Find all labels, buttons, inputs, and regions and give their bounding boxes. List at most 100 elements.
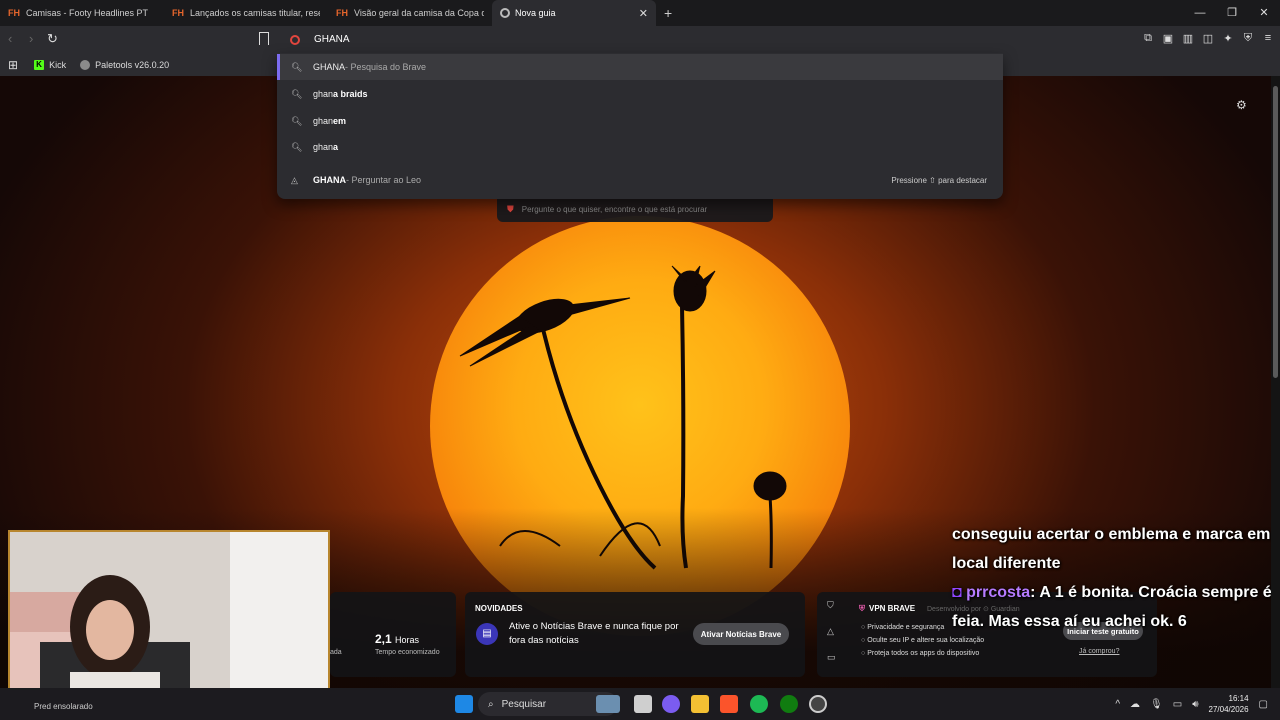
- reload-button[interactable]: ↻: [47, 31, 58, 47]
- suggestion-item[interactable]: 🔍︎ ghan em: [277, 108, 1003, 134]
- copilot-icon[interactable]: [662, 695, 680, 713]
- leo-icon: ◬: [291, 174, 298, 185]
- shield-icon[interactable]: ⛉: [827, 600, 836, 611]
- brave-browser-icon[interactable]: [720, 695, 738, 713]
- onedrive-icon[interactable]: ☁: [1130, 699, 1140, 710]
- microphone-icon[interactable]: 🎙︎: [1150, 699, 1163, 710]
- new-tab-button[interactable]: +: [664, 5, 672, 21]
- address-input[interactable]: [314, 34, 914, 45]
- search-icon: 🔍︎: [291, 115, 303, 126]
- ntp-settings-gear-icon[interactable]: ⚙: [1236, 98, 1247, 112]
- maximize-button[interactable]: ❐: [1216, 0, 1248, 26]
- suggestion-item[interactable]: 🔍︎ ghan a: [277, 134, 1003, 160]
- window-controls: — ❐ ✕: [1184, 0, 1280, 26]
- search-highlight-icon: [596, 695, 620, 713]
- tab-footy-camisas[interactable]: FH Camisas - Footy Headlines PT: [0, 0, 164, 26]
- triangle-icon[interactable]: △: [827, 626, 836, 637]
- task-view-icon[interactable]: [634, 695, 652, 713]
- volume-icon[interactable]: 🔊︎: [1192, 699, 1198, 710]
- video-icon[interactable]: ▭: [827, 652, 836, 663]
- bookmark-label: Kick: [49, 59, 67, 70]
- bookmark-label: Paletools v26.0.20: [95, 59, 170, 70]
- suggestion-ask-leo[interactable]: ◬ GHANA - Perguntar ao Leo Pressione ⇧ p…: [277, 167, 1003, 193]
- footy-headlines-icon: FH: [172, 8, 184, 18]
- chat-message: ◘ prrcosta: A 1 é bonita. Croácia sempre…: [952, 584, 1272, 630]
- wallet-icon[interactable]: ◫: [1202, 32, 1214, 45]
- weather-widget[interactable]: Pred ensolarado: [34, 702, 93, 711]
- news-widget: NOVIDADES ▤ Ative o Notícias Brave e nun…: [465, 592, 805, 677]
- tab-label: Nova guia: [515, 8, 556, 18]
- tab-nova-guia[interactable]: Nova guia ✕: [492, 0, 656, 26]
- forward-button[interactable]: ›: [29, 31, 33, 46]
- news-icon: ▤: [476, 623, 498, 645]
- start-menu-icon[interactable]: [455, 695, 473, 713]
- menu-icon[interactable]: ≡: [1262, 32, 1274, 45]
- clock[interactable]: 16:14 27/04/2026: [1209, 693, 1249, 715]
- bookmark-paletools[interactable]: Paletools v26.0.20: [80, 59, 170, 70]
- system-tray: ^ ☁ 🎙︎ ▭ 🔊︎ 16:14 27/04/2026 ▢: [1115, 688, 1268, 720]
- footy-headlines-icon: FH: [336, 8, 348, 18]
- tab-label: Lançados os camisas titular, reserva e: [190, 8, 320, 18]
- chat-username: prrcosta: [966, 584, 1031, 601]
- news-title: NOVIDADES: [475, 604, 523, 613]
- leo-placeholder: Pergunte o que quiser, encontre o que es…: [521, 204, 708, 214]
- close-tab-icon[interactable]: ✕: [639, 7, 648, 20]
- page-scrollbar[interactable]: [1271, 76, 1280, 688]
- tab-footy-lancados[interactable]: FH Lançados os camisas titular, reserva …: [164, 0, 328, 26]
- time-saved-value: 2,1 Horas: [375, 632, 420, 646]
- search-icon: 🔍︎: [291, 88, 303, 99]
- time-saved-label: Tempo economizado: [375, 649, 440, 656]
- webcam-overlay: [8, 530, 330, 710]
- paletools-icon: [80, 59, 91, 70]
- spotify-icon[interactable]: [750, 695, 768, 713]
- kick-icon: K: [34, 59, 45, 70]
- leo-search-box[interactable]: ⛊ Pergunte o que quiser, encontre o que …: [497, 196, 773, 222]
- vpn-shield-icon[interactable]: ⛨: [1242, 32, 1254, 45]
- news-text: Ative o Notícias Brave e nunca fique por…: [509, 621, 679, 646]
- already-purchased-link[interactable]: Já comprou?: [1079, 648, 1119, 655]
- widget-side-nav: ⛉ △ ▭: [827, 600, 836, 663]
- twitch-icon: ◘: [952, 584, 967, 601]
- address-bar[interactable]: [278, 26, 1003, 53]
- bookmark-page-icon[interactable]: [259, 32, 269, 45]
- close-window-button[interactable]: ✕: [1248, 0, 1280, 26]
- suggestion-hint: Pressione ⇧ para destacar: [891, 175, 987, 185]
- browser-toolbar: ‹ › ↻ ⧉ ▣ ▥ ◫ ✦ ⛨ ≡: [0, 26, 1280, 53]
- vpn-title: ⛨ VPN BRAVE: [859, 604, 916, 613]
- apps-grid-icon[interactable]: ⊞: [8, 58, 18, 72]
- tab-label: Visão geral da camisa da Copa do M: [354, 8, 484, 18]
- sidebar-icon[interactable]: ▥: [1182, 32, 1194, 45]
- file-explorer-icon[interactable]: [691, 695, 709, 713]
- back-button[interactable]: ‹: [8, 31, 12, 46]
- tab-search-icon[interactable]: ▣: [1162, 32, 1174, 45]
- leo-ai-icon[interactable]: ✦: [1222, 32, 1234, 45]
- search-icon: 🔍︎: [291, 141, 303, 152]
- footy-headlines-icon: FH: [8, 8, 20, 18]
- tab-strip: FH Camisas - Footy Headlines PT FH Lança…: [0, 0, 1280, 26]
- tab-footy-visao[interactable]: FH Visão geral da camisa da Copa do M: [328, 0, 492, 26]
- obs-icon[interactable]: [809, 695, 827, 713]
- stats-widget: ada 2,1 Horas Tempo economizado: [330, 592, 456, 677]
- omnibox-suggestions: 🔍︎ GHANA - Pesquisa do Brave 🔍︎ ghan a br…: [277, 53, 1003, 199]
- xbox-icon[interactable]: [780, 695, 798, 713]
- brave-icon: [500, 8, 510, 18]
- extensions-icon[interactable]: ⧉: [1142, 32, 1154, 45]
- search-icon: 🔍︎: [291, 61, 303, 72]
- tab-label: Camisas - Footy Headlines PT: [26, 8, 149, 18]
- chat-message: conseguiu acertar o emblema e marca em l…: [952, 526, 1271, 572]
- brave-shield-icon: ⛊: [507, 203, 514, 214]
- vpn-shield-icon: ⛨: [859, 604, 865, 613]
- network-icon[interactable]: ▭: [1173, 699, 1182, 710]
- toolbar-actions: ⧉ ▣ ▥ ◫ ✦ ⛨ ≡: [1142, 32, 1274, 45]
- suggestion-search-brave[interactable]: 🔍︎ GHANA - Pesquisa do Brave: [277, 54, 1003, 80]
- search-icon: ⌕: [488, 698, 494, 710]
- chevron-up-icon[interactable]: ^: [1115, 699, 1120, 710]
- brave-search-icon: [290, 34, 300, 45]
- notifications-icon[interactable]: ▢: [1259, 699, 1268, 710]
- minimize-button[interactable]: —: [1184, 0, 1216, 26]
- webcam-feed: [10, 532, 328, 708]
- enable-news-button[interactable]: Ativar Notícias Brave: [693, 623, 789, 645]
- bookmark-kick[interactable]: K Kick: [34, 59, 67, 70]
- suggestion-item[interactable]: 🔍︎ ghan a braids: [277, 81, 1003, 107]
- windows-taskbar: Pred ensolarado ⌕ Pesquisar ^ ☁ 🎙︎ ▭ 🔊︎ …: [0, 688, 1280, 720]
